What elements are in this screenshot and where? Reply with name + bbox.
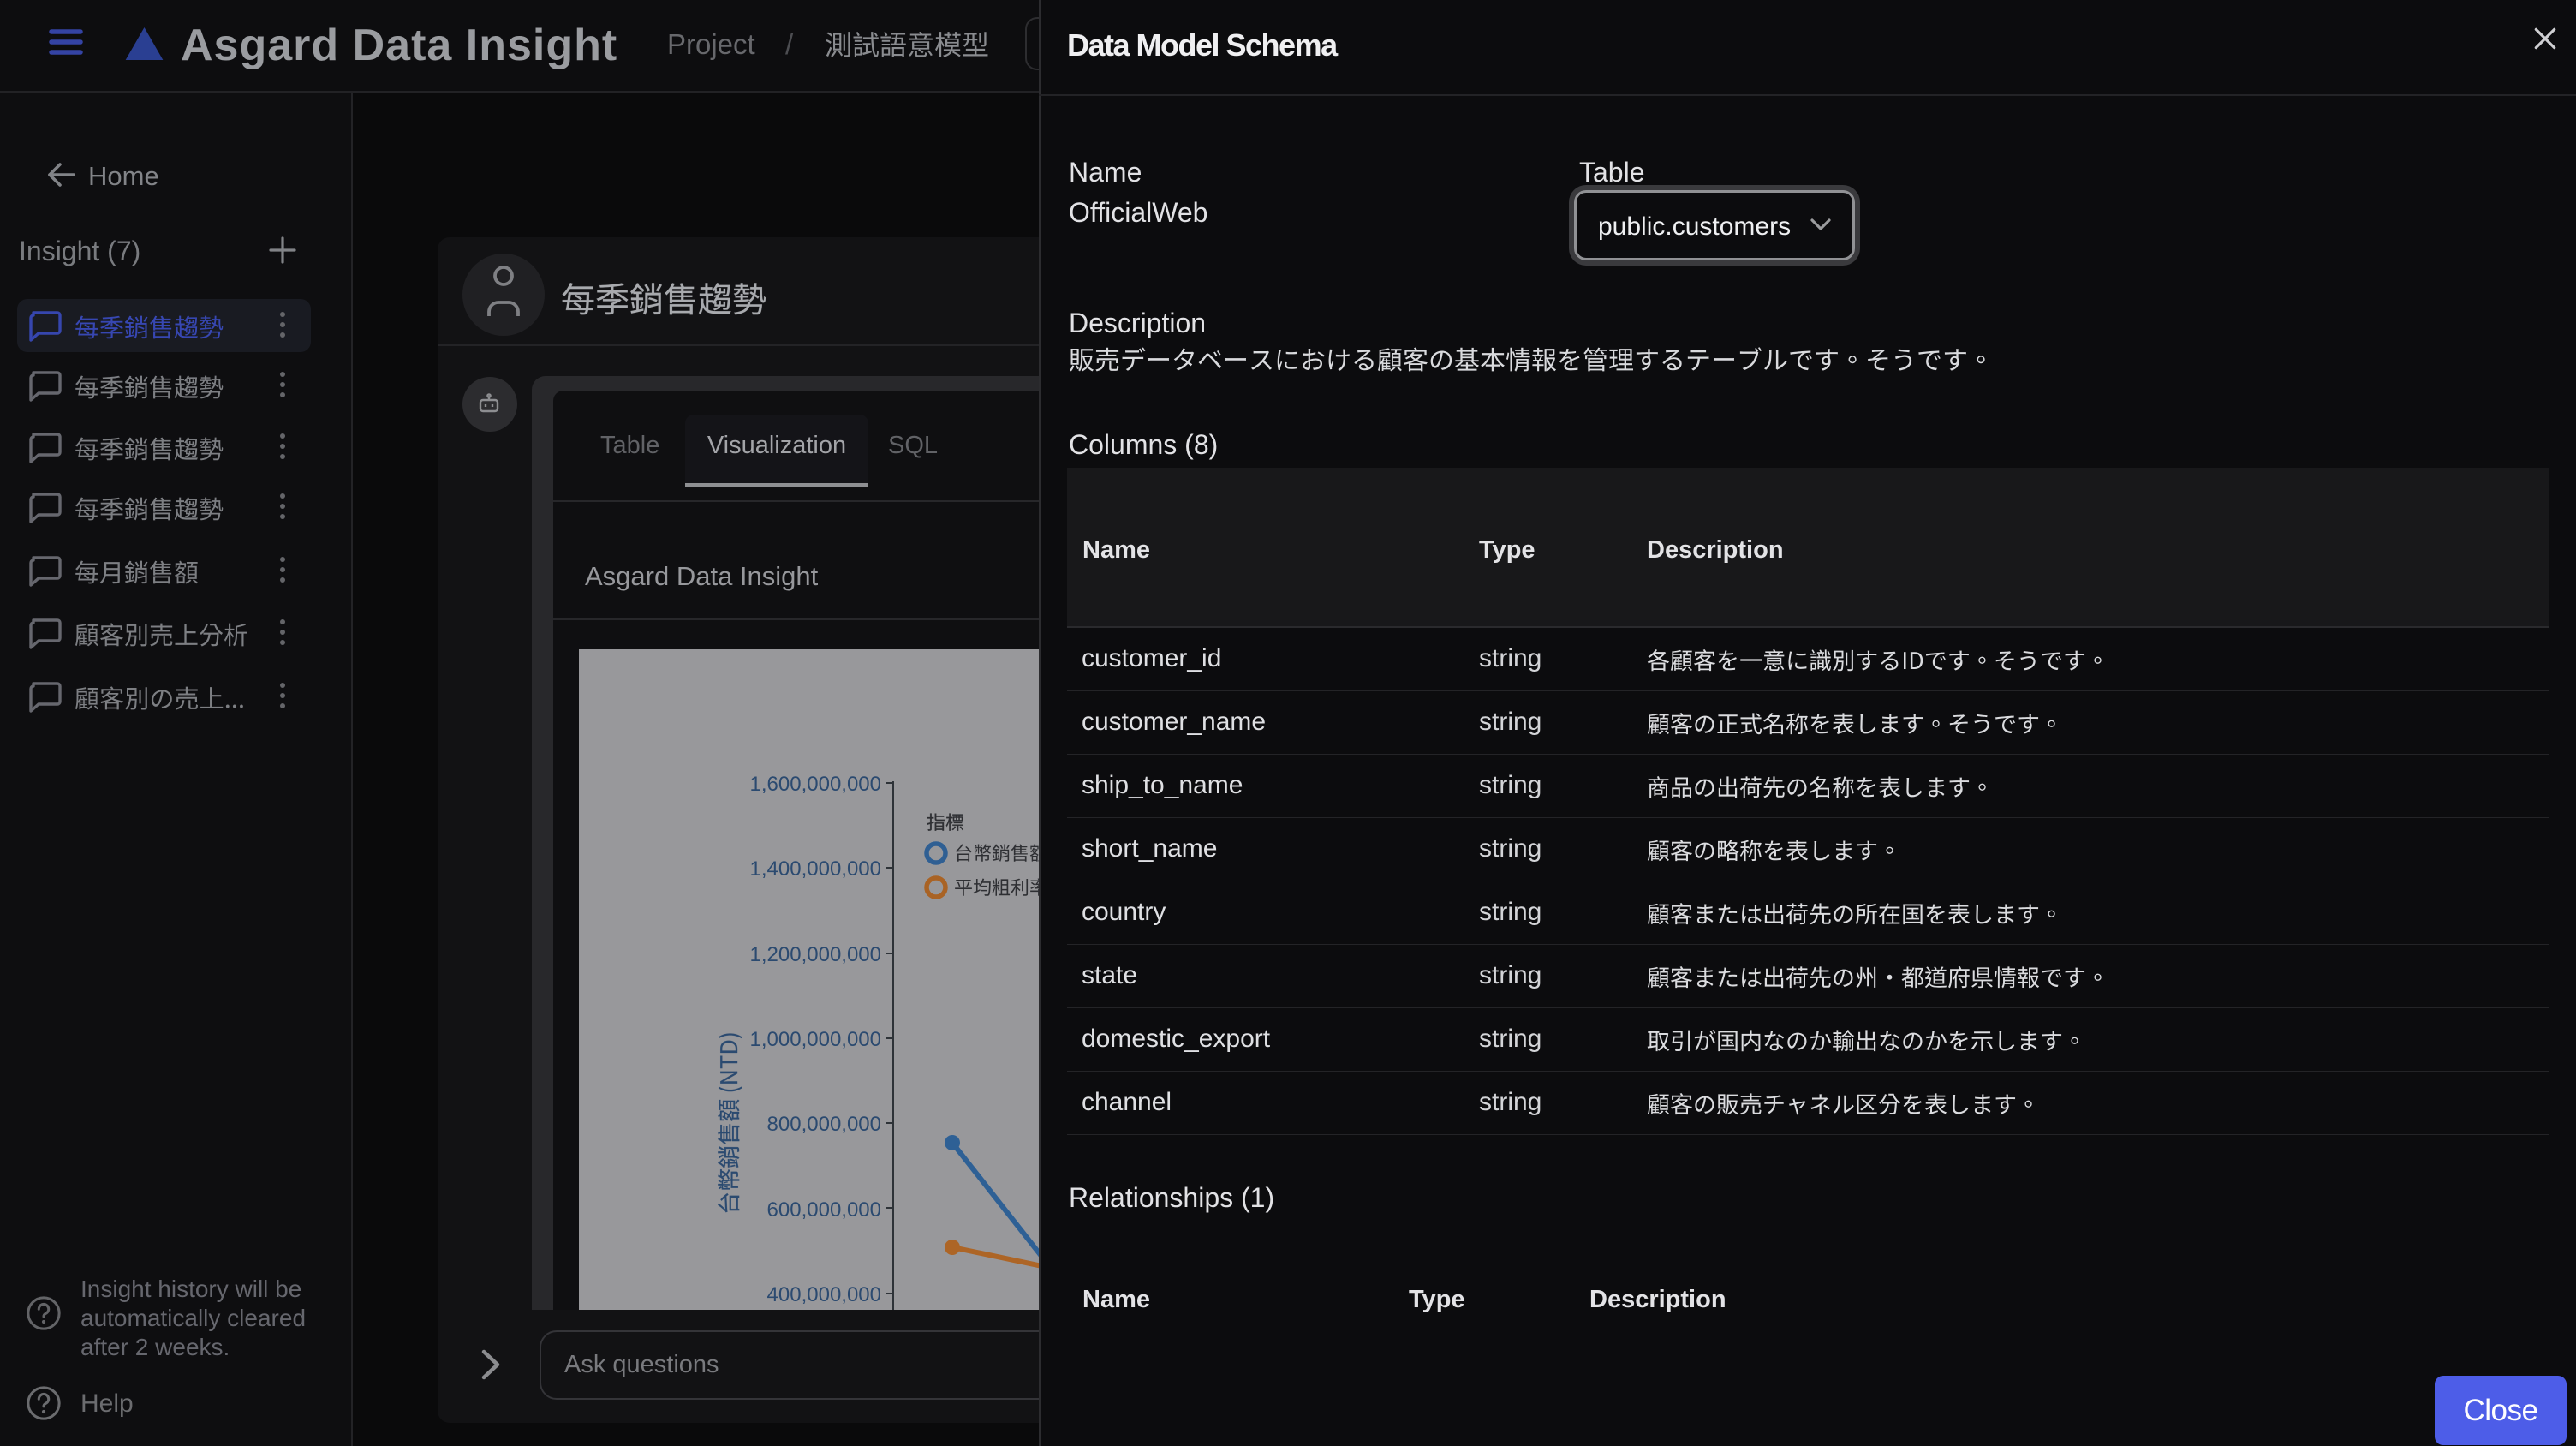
- svg-text:800,000,000: 800,000,000: [767, 1113, 881, 1136]
- svg-text:1,200,000,000: 1,200,000,000: [750, 943, 881, 966]
- svg-text:1,400,000,000: 1,400,000,000: [750, 857, 881, 881]
- svg-text:1,000,000,000: 1,000,000,000: [750, 1028, 881, 1051]
- svg-text:1,600,000,000: 1,600,000,000: [750, 773, 881, 796]
- svg-text:600,000,000: 600,000,000: [767, 1198, 881, 1222]
- svg-text:400,000,000: 400,000,000: [767, 1283, 881, 1306]
